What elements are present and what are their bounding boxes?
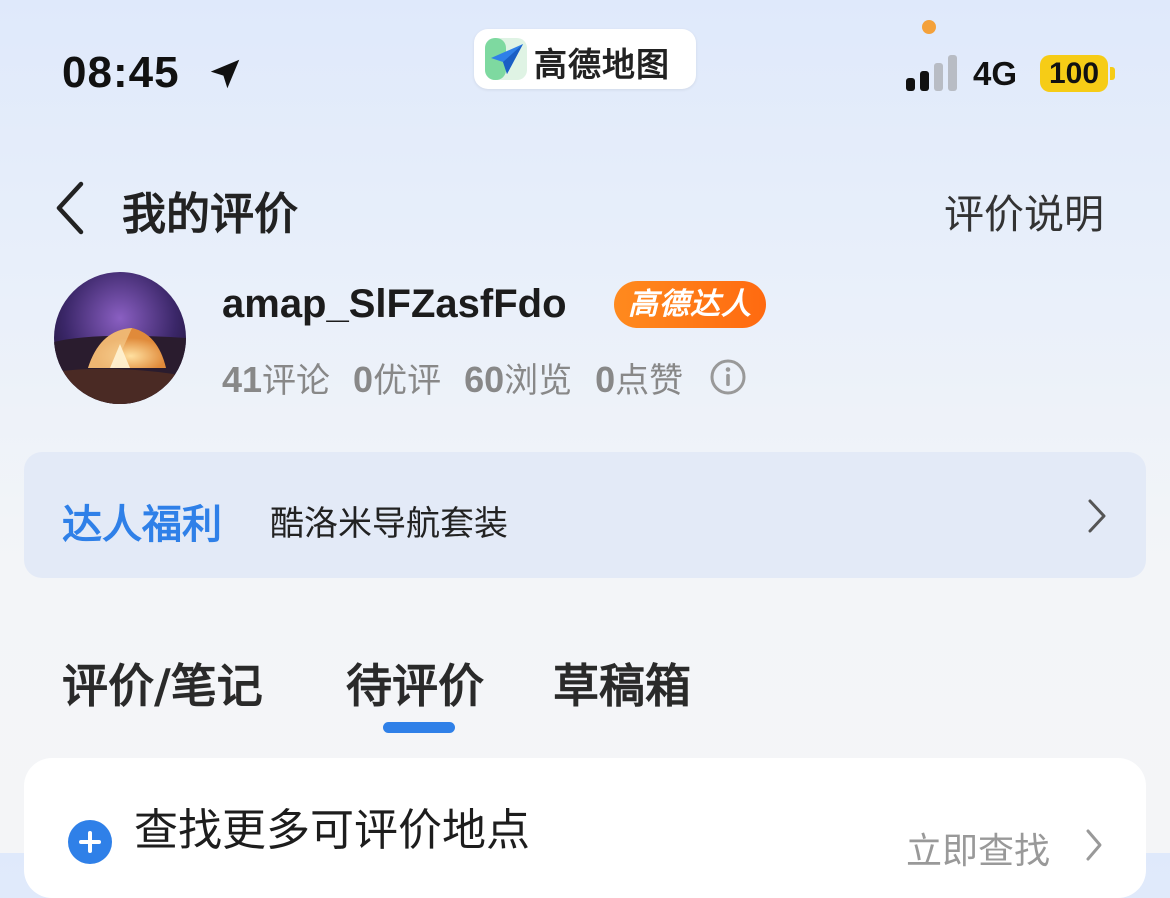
- status-time: 08:45: [62, 48, 180, 97]
- find-now-link[interactable]: 立即查找: [906, 822, 1050, 874]
- amap-logo-icon: [485, 38, 527, 80]
- network-type: 4G: [973, 55, 1018, 92]
- benefit-text: 酷洛米导航套装: [270, 504, 508, 544]
- chevron-right-icon: [1088, 499, 1106, 533]
- benefit-title: 达人福利: [62, 502, 222, 548]
- username: amap_SlFZasfFdo: [222, 282, 567, 326]
- info-circle-icon[interactable]: [709, 358, 747, 396]
- active-tab-indicator: [383, 722, 455, 733]
- stat-likes[interactable]: 0点赞: [595, 353, 683, 402]
- app-name: 高德地图: [534, 45, 670, 84]
- battery-indicator: 100: [1040, 55, 1108, 92]
- location-arrow-icon: [210, 59, 240, 89]
- chevron-left-icon[interactable]: [50, 180, 90, 236]
- tab-reviews-notes[interactable]: 评价/笔记: [62, 650, 263, 716]
- avatar-image: [54, 272, 186, 404]
- find-more-card[interactable]: 查找更多可评价地点 立即查找: [24, 758, 1146, 898]
- stat-views[interactable]: 60浏览: [464, 353, 572, 402]
- expert-benefit-card[interactable]: 达人福利 酷洛米导航套装: [24, 452, 1146, 578]
- page-title: 我的评价: [122, 189, 298, 240]
- stat-comments[interactable]: 41评论: [222, 353, 330, 402]
- camera-indicator-dot: [922, 20, 936, 34]
- avatar[interactable]: [54, 272, 186, 404]
- battery-tip: [1110, 67, 1115, 80]
- app-indicator[interactable]: 高德地图: [474, 29, 696, 89]
- profile-stats: 41评论 0优评 60浏览 0点赞: [222, 353, 747, 401]
- plus-circle-icon: [68, 820, 112, 864]
- find-more-title: 查找更多可评价地点: [134, 805, 530, 856]
- tab-drafts[interactable]: 草稿箱: [553, 650, 691, 716]
- tab-pending-review[interactable]: 待评价: [346, 650, 484, 716]
- signal-strength-icon: [906, 55, 962, 91]
- expert-badge[interactable]: 高德达人: [614, 281, 766, 328]
- review-help-link[interactable]: 评价说明: [944, 182, 1104, 240]
- chevron-right-icon: [1086, 829, 1102, 861]
- stat-quality-reviews[interactable]: 0优评: [353, 353, 441, 402]
